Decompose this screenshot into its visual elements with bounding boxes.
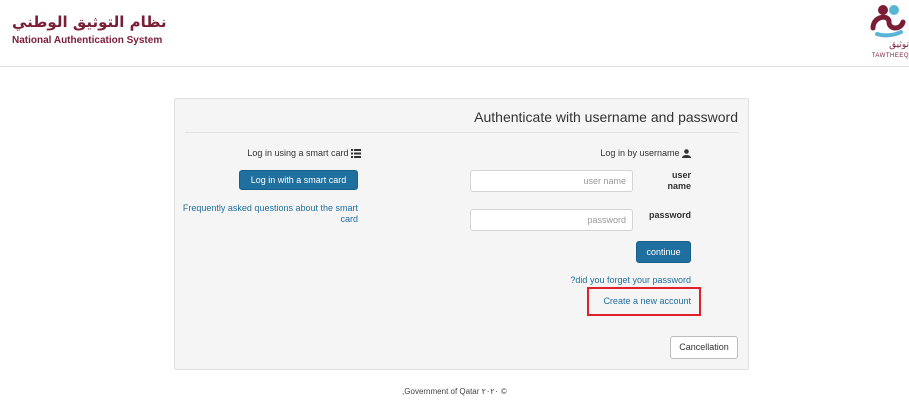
brand-title-english: National Authentication System — [12, 35, 163, 46]
user-icon — [682, 149, 691, 159]
continue-button[interactable]: continue — [636, 241, 691, 263]
username-section-title: Log in by username — [600, 148, 691, 159]
username-label: user name — [667, 170, 691, 191]
password-input[interactable]: password — [470, 209, 633, 231]
brand-title-arabic: نظام التوثيق الوطني — [12, 13, 167, 31]
smartcard-login-button[interactable]: Log in with a smart card — [239, 170, 358, 190]
brand: نظام التوثيق الوطني National Authenticat… — [12, 12, 167, 48]
smartcard-faq-link[interactable]: Frequently asked questions about the sma… — [168, 203, 358, 225]
list-icon — [351, 149, 361, 159]
password-label: password — [648, 210, 691, 220]
smartcard-section-title: Log in using a smart card — [247, 148, 361, 159]
logo-mark-icon — [870, 5, 906, 38]
divider — [185, 132, 738, 133]
forgot-password-link[interactable]: ?did you forget your password — [570, 275, 691, 285]
panel-title: Authenticate with username and password — [474, 109, 738, 125]
footer-copyright: ,Government of Qatar ٢٠٢٠ © — [402, 387, 507, 396]
tawtheeq-logo: توثيق TAWTHEEQ — [867, 2, 909, 64]
cancel-button[interactable]: Cancellation — [670, 336, 738, 359]
username-title-label: Log in by username — [600, 148, 680, 158]
create-account-link[interactable]: Create a new account — [603, 296, 691, 306]
smartcard-title-label: Log in using a smart card — [247, 148, 349, 158]
site-header: نظام التوثيق الوطني National Authenticat… — [0, 0, 909, 67]
login-panel: Authenticate with username and password … — [174, 98, 749, 370]
username-input[interactable]: user name — [470, 170, 633, 192]
logo-text-arabic: توثيق — [889, 40, 909, 50]
logo-text-english: TAWTHEEQ — [871, 53, 909, 59]
